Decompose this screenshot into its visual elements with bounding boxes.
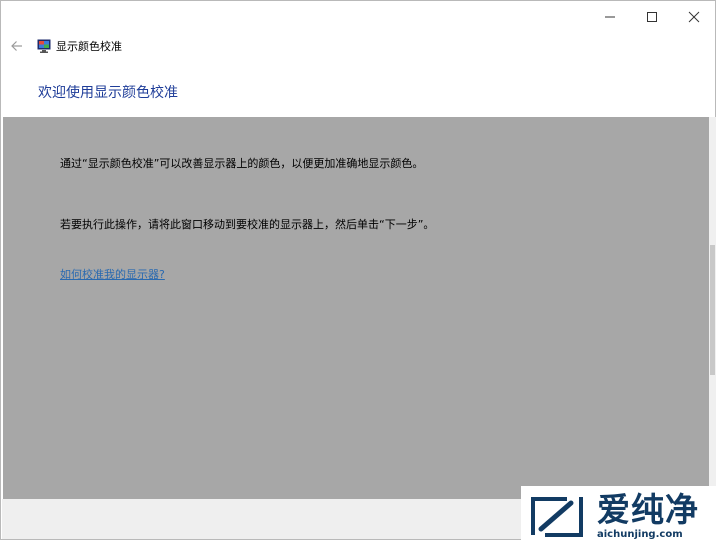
scrollbar[interactable]: [709, 117, 716, 499]
scroll-thumb[interactable]: [710, 245, 715, 375]
help-link[interactable]: 如何校准我的显示器?: [60, 266, 165, 282]
minimize-button[interactable]: [589, 1, 631, 33]
maximize-icon: [647, 12, 657, 22]
back-button[interactable]: [9, 38, 25, 54]
close-button[interactable]: [673, 1, 715, 33]
back-arrow-icon: [11, 41, 22, 51]
content-area: 通过“显示颜色校准”可以改善显示器上的颜色，以便更加准确地显示颜色。 若要执行此…: [3, 117, 709, 499]
caption-buttons: [589, 1, 715, 33]
close-icon: [688, 11, 700, 23]
brand-logo-icon: [531, 497, 583, 537]
instruction-paragraph: 若要执行此操作，请将此窗口移动到要校准的显示器上，然后单击“下一步”。: [60, 218, 435, 231]
app-title: 显示颜色校准: [56, 40, 122, 53]
intro-paragraph: 通过“显示颜色校准”可以改善显示器上的颜色，以便更加准确地显示颜色。: [60, 157, 424, 170]
minimize-icon: [605, 16, 615, 18]
monitor-icon: [37, 39, 51, 53]
watermark-url: aichunjing.com: [597, 528, 683, 540]
watermark: 爱纯净 aichunjing.com: [521, 486, 722, 546]
watermark-brand: 爱纯净: [597, 489, 699, 529]
calibration-window: 显示颜色校准 欢迎使用显示颜色校准 通过“显示颜色校准”可以改善显示器上的颜色，…: [0, 0, 716, 540]
page-heading: 欢迎使用显示颜色校准: [38, 85, 178, 101]
watermark-text: 爱纯净 aichunjing.com: [597, 493, 699, 540]
title-row: 显示颜色校准: [9, 37, 122, 55]
maximize-button[interactable]: [631, 1, 673, 33]
